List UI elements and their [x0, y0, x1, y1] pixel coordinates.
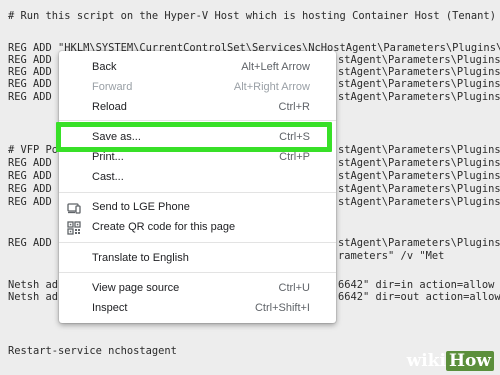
menu-item-label: Send to LGE Phone: [92, 201, 190, 213]
code-fragment: stAgent\Parameters\Plugins\: [338, 66, 500, 78]
context-menu: Back Alt+Left Arrow Forward Alt+Right Ar…: [59, 51, 336, 323]
code-line: REG ADD: [8, 54, 52, 66]
menu-separator: [59, 192, 336, 193]
menu-item-label: Forward: [92, 81, 133, 93]
code-line: REG ADD: [8, 66, 52, 78]
wikihow-watermark: wiki How: [407, 351, 494, 371]
menu-item-label: Cast...: [92, 171, 124, 183]
code-line: REG ADD: [8, 196, 52, 208]
menu-item-translate[interactable]: Translate to English: [59, 249, 336, 269]
code-line: REG ADD: [8, 91, 52, 103]
code-line: Restart-service nchostagent: [8, 345, 177, 357]
menu-separator: [59, 242, 336, 243]
menu-item-shortcut: Alt+Right Arrow: [233, 81, 310, 93]
menu-item-back[interactable]: Back Alt+Left Arrow: [59, 58, 336, 78]
code-fragment: rameters" /v "Met: [338, 250, 445, 262]
code-fragment: 6642" dir=in action=allow p: [338, 279, 500, 291]
code-line: REG ADD: [8, 157, 52, 169]
code-fragment: stAgent\Parameters\Plugins\: [338, 91, 500, 103]
watermark-wiki: wiki: [406, 351, 446, 371]
code-line: # Run this script on the Hyper-V Host wh…: [8, 10, 496, 22]
code-fragment: stAgent\Parameters\Plugins\: [338, 78, 500, 90]
code-line: # VFP Po: [8, 144, 59, 156]
code-line: REG ADD: [8, 170, 52, 182]
code-fragment: stAgent\Parameters\Plugins\: [338, 237, 500, 249]
menu-separator: [59, 120, 336, 121]
menu-item-inspect[interactable]: Inspect Ctrl+Shift+I: [59, 299, 336, 319]
code-line: Netsh ad: [8, 279, 59, 291]
code-fragment: stAgent\Parameters\Plugins\: [338, 54, 500, 66]
device-icon: [67, 203, 81, 214]
menu-item-label: View page source: [92, 282, 180, 294]
code-fragment: stAgent\Parameters\Plugins\: [338, 170, 500, 182]
menu-item-create-qr[interactable]: Create QR code for this page: [59, 218, 336, 238]
watermark-how: How: [445, 351, 494, 371]
menu-item-shortcut: Alt+Left Arrow: [241, 61, 310, 73]
menu-item-shortcut: Ctrl+P: [279, 151, 310, 163]
code-fragment: stAgent\Parameters\Plugins\: [338, 144, 500, 156]
menu-item-shortcut: Ctrl+U: [278, 282, 310, 294]
menu-item-shortcut: Ctrl+Shift+I: [254, 302, 310, 314]
code-line: REG ADD: [8, 183, 52, 195]
code-line: Netsh ad: [8, 291, 59, 303]
code-fragment: stAgent\Parameters\Plugins\: [338, 183, 500, 195]
save-as-highlight-box: [56, 122, 332, 152]
code-fragment: stAgent\Parameters\Plugins\: [338, 157, 500, 169]
menu-item-send-to-device[interactable]: Send to LGE Phone: [59, 198, 336, 218]
qr-code-icon: [67, 221, 81, 235]
menu-item-forward[interactable]: Forward Alt+Right Arrow: [59, 78, 336, 98]
menu-item-label: Inspect: [92, 302, 128, 314]
code-fragment: 6642" dir=out action=allow p: [338, 291, 500, 303]
menu-item-shortcut: Ctrl+R: [278, 101, 310, 113]
menu-item-label: Reload: [92, 101, 127, 113]
menu-item-reload[interactable]: Reload Ctrl+R: [59, 98, 336, 118]
menu-item-cast[interactable]: Cast...: [59, 168, 336, 188]
menu-item-view-source[interactable]: View page source Ctrl+U: [59, 279, 336, 299]
menu-item-label: Back: [92, 61, 117, 73]
code-fragment: stAgent\Parameters\Plugins\: [338, 196, 500, 208]
menu-item-label: Create QR code for this page: [92, 221, 236, 233]
code-line: REG ADD: [8, 237, 52, 249]
code-line: REG ADD: [8, 78, 52, 90]
menu-item-label: Print...: [92, 151, 124, 163]
menu-item-label: Translate to English: [92, 252, 189, 264]
menu-separator: [59, 272, 336, 273]
